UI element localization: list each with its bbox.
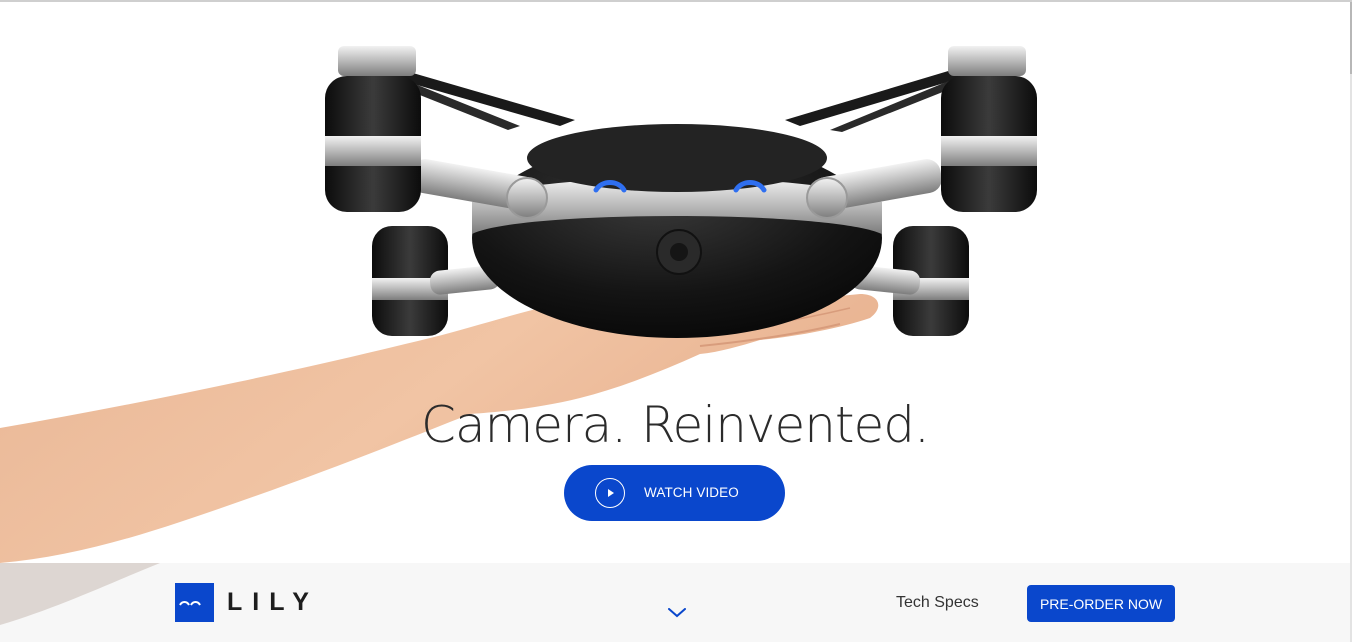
chevron-down-icon[interactable] <box>668 605 686 623</box>
hero-section: Camera. Reinvented. WATCH VIDEO <box>0 2 1350 563</box>
logo-wordmark[interactable]: LILY <box>227 588 319 617</box>
watch-video-label: WATCH VIDEO <box>644 485 739 500</box>
watch-video-button[interactable]: WATCH VIDEO <box>564 465 785 521</box>
pre-order-button[interactable]: PRE-ORDER NOW <box>1027 585 1175 622</box>
bottom-nav-bar: LILY Tech Specs PRE-ORDER NOW <box>0 563 1350 642</box>
arm-image-continuation <box>0 563 160 625</box>
tech-specs-link[interactable]: Tech Specs <box>896 594 979 612</box>
play-icon <box>595 478 625 508</box>
hero-headline: Camera. Reinvented. <box>421 396 930 454</box>
lily-logo-icon[interactable] <box>175 583 214 622</box>
